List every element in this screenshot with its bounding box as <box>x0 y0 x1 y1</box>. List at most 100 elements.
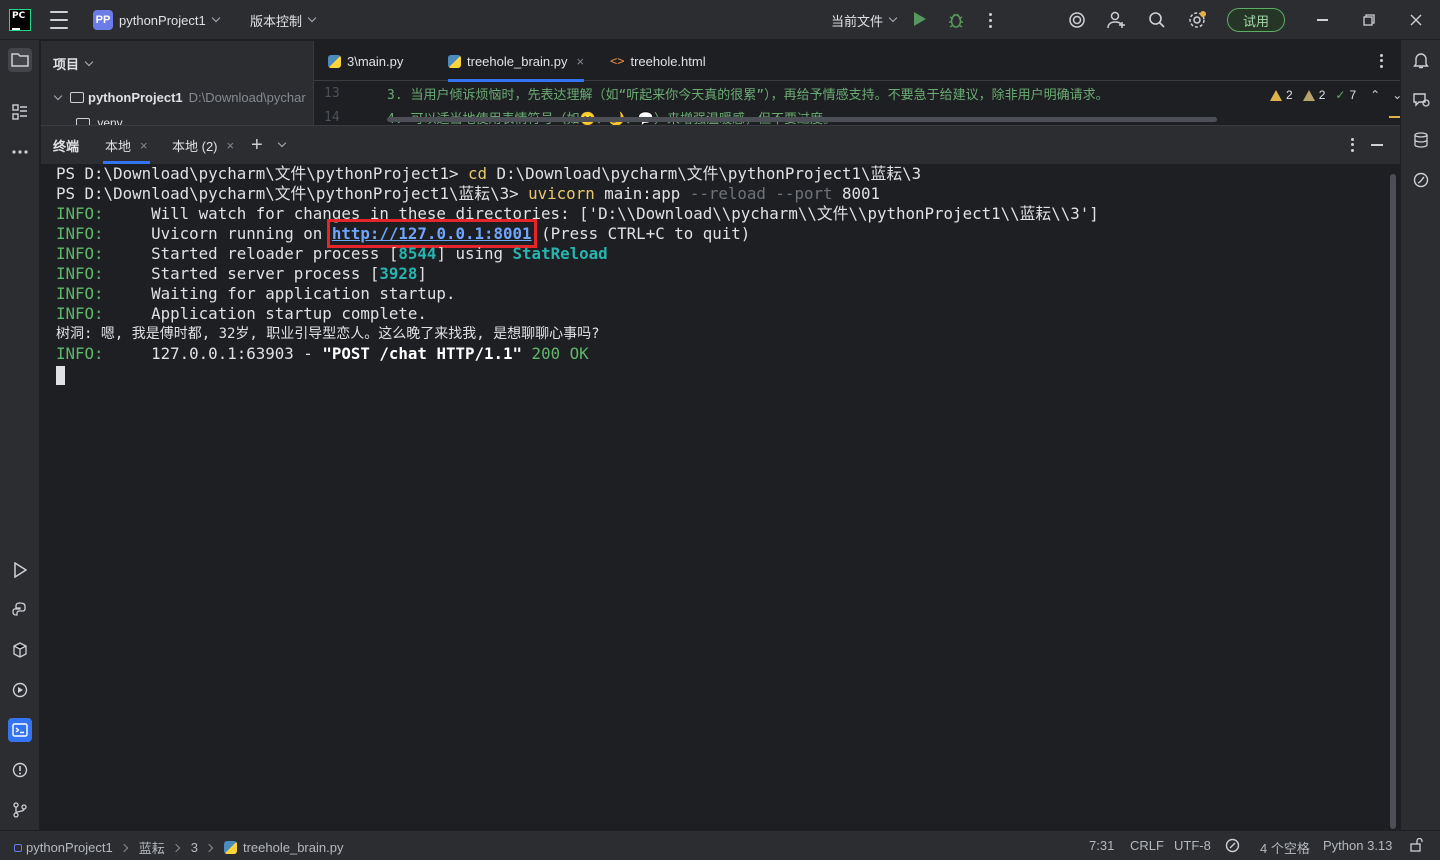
terminal-vertical-scrollbar[interactable] <box>1390 174 1396 829</box>
vcs-menu[interactable]: 版本控制 <box>250 11 317 29</box>
venv-node[interactable]: .venv <box>76 116 123 125</box>
tab-label: treehole_brain.py <box>467 53 568 69</box>
terminal-options-icon[interactable] <box>1348 137 1356 153</box>
left-tool-strip <box>0 40 40 830</box>
indent-setting[interactable]: 4 个空格 <box>1260 838 1310 857</box>
debug-icon[interactable] <box>948 11 964 29</box>
python-file-icon <box>223 841 237 854</box>
line-number-gutter: 13 14 <box>314 82 384 125</box>
pycharm-logo-icon[interactable]: PC <box>9 9 31 31</box>
prev-highlight-icon[interactable]: ⌃ <box>1370 88 1380 102</box>
tab-main-py[interactable]: 3\main.py <box>328 41 403 81</box>
breadcrumb-item[interactable]: 3 <box>191 840 198 855</box>
close-tab-icon[interactable]: × <box>227 138 235 153</box>
breadcrumb-item[interactable]: treehole_brain.py <box>243 840 343 855</box>
line-separator[interactable]: CRLF <box>1130 838 1164 853</box>
project-folder-icon[interactable] <box>8 48 32 72</box>
venv-label: .venv <box>94 116 123 125</box>
more-tools-icon[interactable] <box>8 140 32 164</box>
tab-dropdown-chevron-icon[interactable] <box>277 126 287 164</box>
editor-horizontal-scrollbar[interactable] <box>387 117 1217 122</box>
unlock-icon[interactable] <box>1410 838 1423 852</box>
project-panel-header[interactable]: 项目 <box>53 54 94 73</box>
tab-label: 3\main.py <box>347 53 404 69</box>
status-bar: pythonProject1 蓝耘 3 treehole_brain.py 7:… <box>0 830 1440 860</box>
ai-assistant-icon[interactable] <box>1067 10 1087 30</box>
git-icon[interactable] <box>8 798 32 822</box>
new-tab-plus-icon[interactable]: + <box>251 126 263 164</box>
terminal-icon[interactable] <box>8 718 32 742</box>
server-url-link[interactable]: http://127.0.0.1:8001 <box>326 219 537 248</box>
breadcrumb-separator-icon <box>204 843 214 852</box>
minimize-icon[interactable] <box>1312 10 1332 30</box>
terminal-line: INFO: Uvicorn running on http://127.0.0.… <box>56 219 751 248</box>
project-panel: 项目 pythonProject1 D:\Download\pychar .ve… <box>41 41 313 125</box>
next-highlight-icon[interactable]: ⌄ <box>1392 88 1400 102</box>
chevron-down-icon <box>84 57 94 66</box>
run-config-selector[interactable]: 当前文件 <box>831 11 898 29</box>
tab-treehole-html[interactable]: <> treehole.html <box>610 41 706 81</box>
chevron-down-icon <box>211 13 220 23</box>
folder-icon <box>70 92 84 103</box>
close-tab-icon[interactable]: × <box>140 138 148 153</box>
search-icon[interactable] <box>1147 10 1167 30</box>
expand-arrow-icon[interactable] <box>53 91 63 100</box>
project-root-node[interactable]: pythonProject1 D:\Download\pychar <box>53 90 306 105</box>
settings-icon[interactable] <box>1187 10 1207 30</box>
breadcrumb-item[interactable]: 蓝耘 <box>139 838 165 857</box>
breadcrumb-item[interactable]: pythonProject1 <box>26 840 113 855</box>
notifications-icon[interactable] <box>1409 48 1433 72</box>
caret-position[interactable]: 7:31 <box>1089 838 1114 853</box>
copilot-icon[interactable] <box>1409 168 1433 192</box>
trial-button[interactable]: 试用 <box>1227 8 1285 32</box>
close-tab-icon[interactable]: × <box>576 54 584 69</box>
code-line[interactable]: 3. 当用户倾诉烦恼时，先表达理解（如“听起来你今天真的很累”），再给予情感支持… <box>387 84 1109 103</box>
line-number: 13 <box>324 86 340 101</box>
html-file-icon: <> <box>610 54 625 68</box>
hamburger-icon[interactable] <box>49 11 69 29</box>
breadcrumb-separator-icon <box>119 843 128 852</box>
terminal-line: INFO: Started server process [3928] <box>56 264 427 283</box>
terminal-line: INFO: Will watch for changes in these di… <box>56 204 1099 223</box>
add-user-icon[interactable] <box>1107 10 1127 30</box>
project-name: pythonProject1 <box>119 12 206 28</box>
right-tool-strip <box>1400 40 1440 830</box>
tab-local[interactable]: 本地 × <box>103 126 150 164</box>
warning-stripe-mark[interactable] <box>1389 116 1400 118</box>
hide-panel-icon[interactable] <box>1371 144 1383 146</box>
more-icon[interactable] <box>985 11 995 29</box>
breadcrumb: pythonProject1 蓝耘 3 treehole_brain.py <box>14 838 343 857</box>
run-tool-icon[interactable] <box>8 558 32 582</box>
ok-check-icon: ✓ <box>1335 88 1346 102</box>
restore-icon[interactable] <box>1359 10 1379 30</box>
run-config-label: 当前文件 <box>831 13 884 29</box>
structure-icon[interactable] <box>8 100 32 124</box>
inspection-widget[interactable]: 2 2 ✓7 ⌃ ⌄ <box>1268 86 1400 104</box>
database-icon[interactable] <box>1409 128 1433 152</box>
editor-tab-bar: 3\main.py treehole_brain.py × <> treehol… <box>314 41 1400 82</box>
project-switcher[interactable]: pythonProject1 <box>119 11 220 29</box>
problems-icon[interactable] <box>8 758 32 782</box>
project-badge[interactable]: PP <box>93 10 113 30</box>
terminal-line: INFO: 127.0.0.1:63903 - "POST /chat HTTP… <box>56 344 589 363</box>
python-console-icon[interactable] <box>8 598 32 622</box>
tab-label: 本地 (2) <box>172 138 218 154</box>
run-icon[interactable] <box>914 12 926 26</box>
file-encoding[interactable]: UTF-8 <box>1174 838 1211 853</box>
weak-warning-icon <box>1302 89 1315 101</box>
ai-chat-icon[interactable] <box>1409 88 1433 112</box>
terminal-output[interactable]: PS D:\Download\pycharm\文件\pythonProject1… <box>41 164 1400 831</box>
python-packages-icon[interactable] <box>8 638 32 662</box>
tab-treehole-brain-py[interactable]: treehole_brain.py × <box>448 41 585 82</box>
python-file-icon <box>448 54 461 68</box>
python-interpreter[interactable]: Python 3.13 <box>1323 838 1392 853</box>
code-style-icon[interactable] <box>1225 838 1240 853</box>
terminal-title: 终端 <box>53 138 80 154</box>
services-icon[interactable] <box>8 678 32 702</box>
terminal-line: INFO: Started reloader process [8544] us… <box>56 244 608 263</box>
tab-local-2[interactable]: 本地 (2) × <box>172 126 234 164</box>
project-panel-title: 项目 <box>53 57 80 72</box>
close-icon[interactable] <box>1406 10 1426 30</box>
terminal-panel: 终端 本地 × 本地 (2) × + PS D:\Download\pychar… <box>41 125 1400 830</box>
editor-tabs-menu-icon[interactable] <box>1377 53 1385 69</box>
